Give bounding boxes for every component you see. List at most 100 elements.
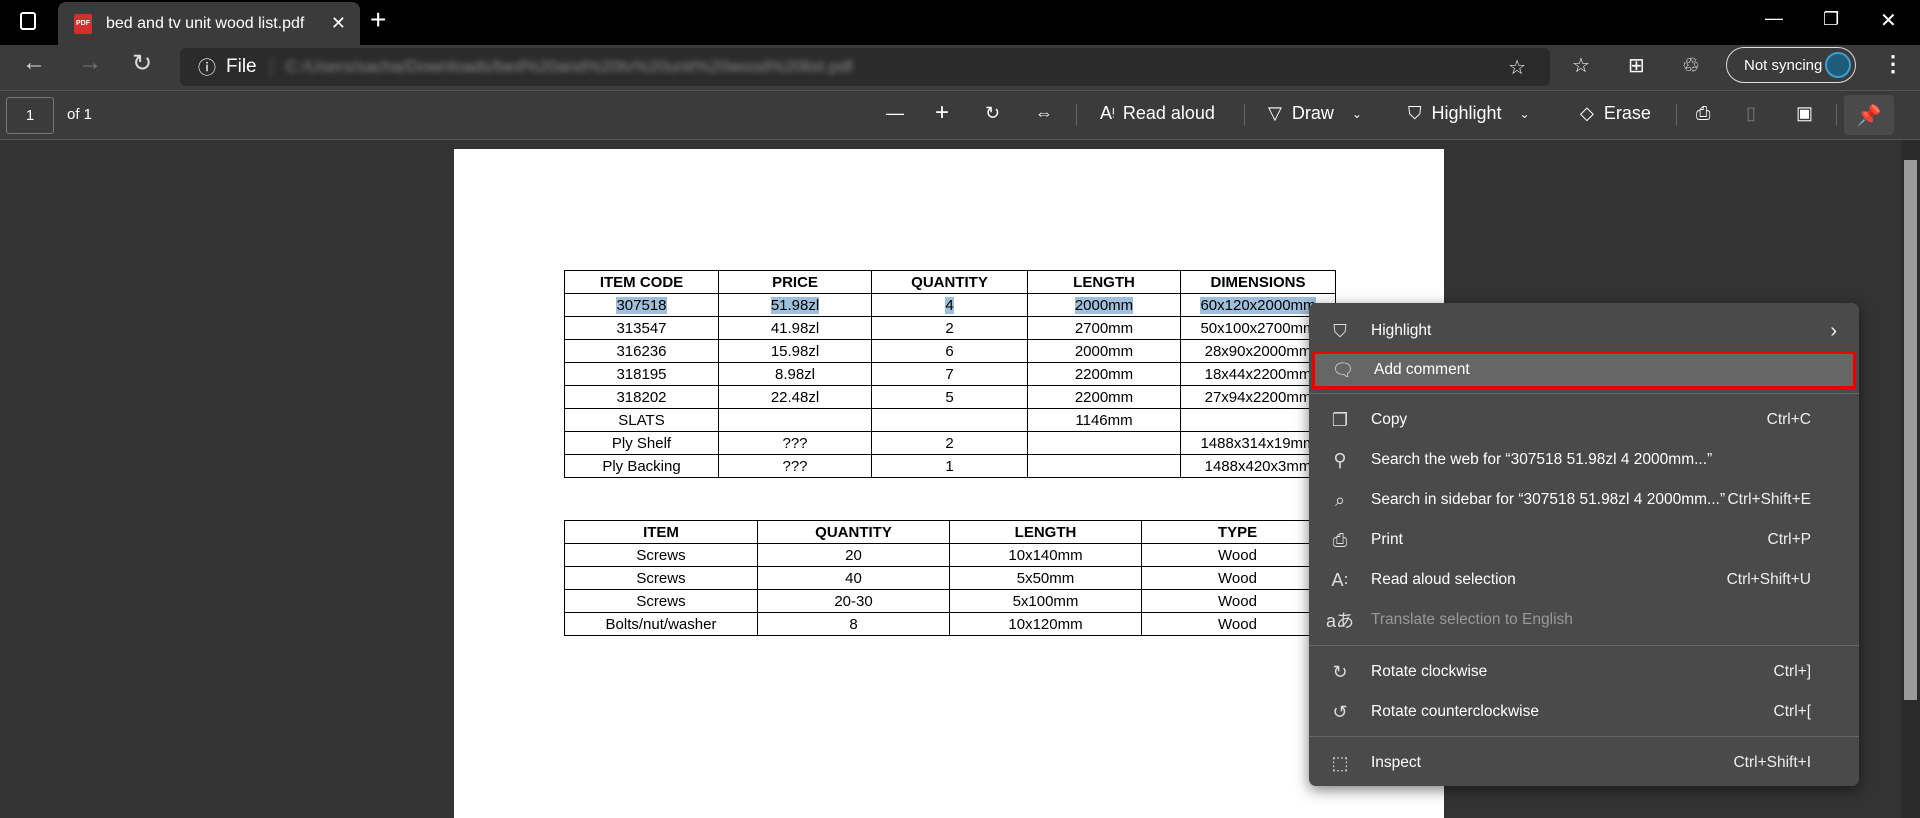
print-button[interactable]: ⎙ [1696,103,1710,124]
new-tab-button[interactable]: + [370,4,386,36]
forward-button[interactable]: → [78,49,102,77]
cell-text[interactable]: Bolts/nut/washer [606,616,717,633]
cell-text[interactable]: 10x140mm [1008,547,1082,564]
cell-text[interactable]: ??? [782,435,807,452]
cell-text[interactable]: 5x100mm [1013,593,1079,610]
cell-text[interactable]: 2 [945,435,953,452]
cell-text[interactable]: 2700mm [1075,320,1133,337]
cell-text[interactable]: SLATS [618,412,664,429]
cell-text[interactable]: 5 [945,389,953,406]
cell-text[interactable]: 2200mm [1075,366,1133,383]
menu-item-inspect10[interactable]: ⬚ Inspect Ctrl+Shift+I [1309,744,1859,782]
cell-text[interactable]: Wood [1218,593,1257,610]
cell-text[interactable]: 28x90x2000mm [1205,343,1312,360]
menu-item-search4[interactable]: ⌕ Search in sidebar for “307518 51.98zl 4… [1309,481,1859,519]
selected-text[interactable]: 2000mm [1074,296,1134,314]
cell-text[interactable]: Ply Shelf [612,435,671,452]
cell-text[interactable]: Wood [1218,547,1257,564]
cell-text[interactable]: 27x94x2200mm [1205,389,1312,406]
cell-text[interactable]: 318195 [616,366,666,383]
cell-text[interactable]: 41.98zl [771,320,819,337]
read-aloud-icon: Aᵎ [1100,103,1115,123]
chevron-down-icon[interactable]: ⌄ [1352,107,1362,121]
menu-divider [1309,645,1859,646]
chevron-down-icon[interactable]: ⌄ [1520,107,1530,121]
zoom-out-button[interactable]: — [886,103,904,124]
save-as-button[interactable]: ▣ [1796,103,1813,124]
cell-text[interactable]: Screws [636,547,685,564]
page-number-input[interactable]: 1 [6,97,54,134]
cell-text[interactable]: 313547 [616,320,666,337]
draw-button[interactable]: ▽ Draw ⌄ [1268,103,1362,124]
menu-item-search3[interactable]: ⚲ Search the web for “307518 51.98zl 4 20… [1309,441,1859,479]
selected-text[interactable]: 307518 [616,296,667,314]
tab-active[interactable]: PDF bed and tv unit wood list.pdf ✕ [58,2,360,45]
cell-text[interactable]: 8 [849,616,857,633]
close-window-button[interactable]: ✕ [1880,8,1897,33]
cell-text[interactable]: Screws [636,593,685,610]
cell-text[interactable]: 10x120mm [1008,616,1082,633]
table-row: Bolts/nut/washer 8 10x120mm Wood [564,612,1334,636]
selected-text[interactable]: 4 [945,296,954,314]
scrollbar-thumb[interactable] [1904,160,1917,700]
cell-text[interactable]: 316236 [616,343,666,360]
cell-text[interactable]: 2000mm [1075,343,1133,360]
cell-text[interactable]: 18x44x2200mm [1205,366,1312,383]
menu-item-highlight0[interactable]: ⛉ Highlight › [1309,312,1859,350]
zoom-in-button[interactable]: + [935,99,949,127]
menu-item-read6[interactable]: A꞉ Read aloud selection Ctrl+Shift+U [1309,561,1859,599]
cell-text[interactable]: ??? [782,458,807,475]
minimize-button[interactable]: — [1765,8,1783,29]
rotate-icon[interactable]: ↻ [985,103,1000,124]
cell-text[interactable]: 5x50mm [1017,570,1075,587]
cell-text[interactable]: 22.48zl [771,389,819,406]
selected-text[interactable]: 60x120x2000mm [1200,296,1316,314]
cell-text[interactable]: 1488x314x19mm [1200,435,1315,452]
cell-text[interactable]: 2200mm [1075,389,1133,406]
cell-text[interactable]: 15.98zl [771,343,819,360]
profile-sync-button[interactable]: Not syncing [1726,47,1856,83]
read-aloud-button[interactable]: Aᵎ Read aloud [1100,103,1215,124]
highlight-button[interactable]: ⛉ Highlight ⌄ [1408,103,1530,124]
cell-text[interactable]: Screws [636,570,685,587]
tab-actions-icon[interactable] [20,12,36,30]
favorites-icon[interactable]: ☆ [1572,53,1590,78]
cell-text[interactable]: 8.98zl [775,366,815,383]
cell-text[interactable]: Ply Backing [602,458,680,475]
cell-text[interactable]: 6 [945,343,953,360]
fit-page-icon[interactable]: ⇔ [1035,103,1053,124]
cell-text[interactable]: 20-30 [834,593,872,610]
info-icon[interactable]: ⓘ [198,54,216,80]
address-bar[interactable]: ⓘ File C:/Users/sacha/Downloads/bed%20an… [180,48,1550,86]
cell-text[interactable]: 2 [945,320,953,337]
cell-text[interactable]: 20 [845,547,862,564]
cell-text[interactable]: Wood [1218,570,1257,587]
cell-text[interactable]: Wood [1218,616,1257,633]
cell-text[interactable]: 40 [845,570,862,587]
restore-button[interactable]: ❐ [1823,9,1839,30]
cell-text[interactable]: 7 [945,366,953,383]
refresh-button[interactable]: ↻ [132,49,152,78]
selected-text[interactable]: 51.98zl [770,296,820,314]
cell-text[interactable]: 318202 [616,389,666,406]
cell-text[interactable]: 1 [945,458,953,475]
cell-text[interactable]: 1146mm [1075,412,1132,429]
menu-item-add1[interactable]: 🗨 Add comment [1312,351,1856,389]
menu-item-print5[interactable]: ⎙ Print Ctrl+P [1309,521,1859,559]
menu-item-rotate8[interactable]: ↻ Rotate clockwise Ctrl+] [1309,653,1859,691]
pin-toolbar-button[interactable]: 📌 [1844,95,1894,135]
cell-text[interactable]: 1488x420x3mm [1205,458,1312,475]
feedback-icon[interactable]: ♲ [1682,53,1700,78]
collections-icon[interactable]: ⊞ [1628,53,1645,78]
back-button[interactable]: ← [22,49,46,77]
menu-item-rotate9[interactable]: ↺ Rotate counterclockwise Ctrl+[ [1309,693,1859,731]
menu-item-copy2[interactable]: ❐ Copy Ctrl+C [1309,401,1859,439]
save-button[interactable]: ▯ [1746,103,1756,124]
cell-text[interactable]: 50x100x2700mm [1200,320,1315,337]
menu-item-label: Rotate counterclockwise [1371,703,1539,720]
close-tab-icon[interactable]: ✕ [331,13,346,34]
more-menu-icon[interactable]: ⋮ [1882,51,1904,77]
erase-button[interactable]: ◇ Erase [1580,103,1651,124]
add-favorite-icon[interactable]: ☆ [1508,55,1526,80]
address-url[interactable]: C:/Users/sacha/Downloads/bed%20and%20tv%… [270,57,853,77]
